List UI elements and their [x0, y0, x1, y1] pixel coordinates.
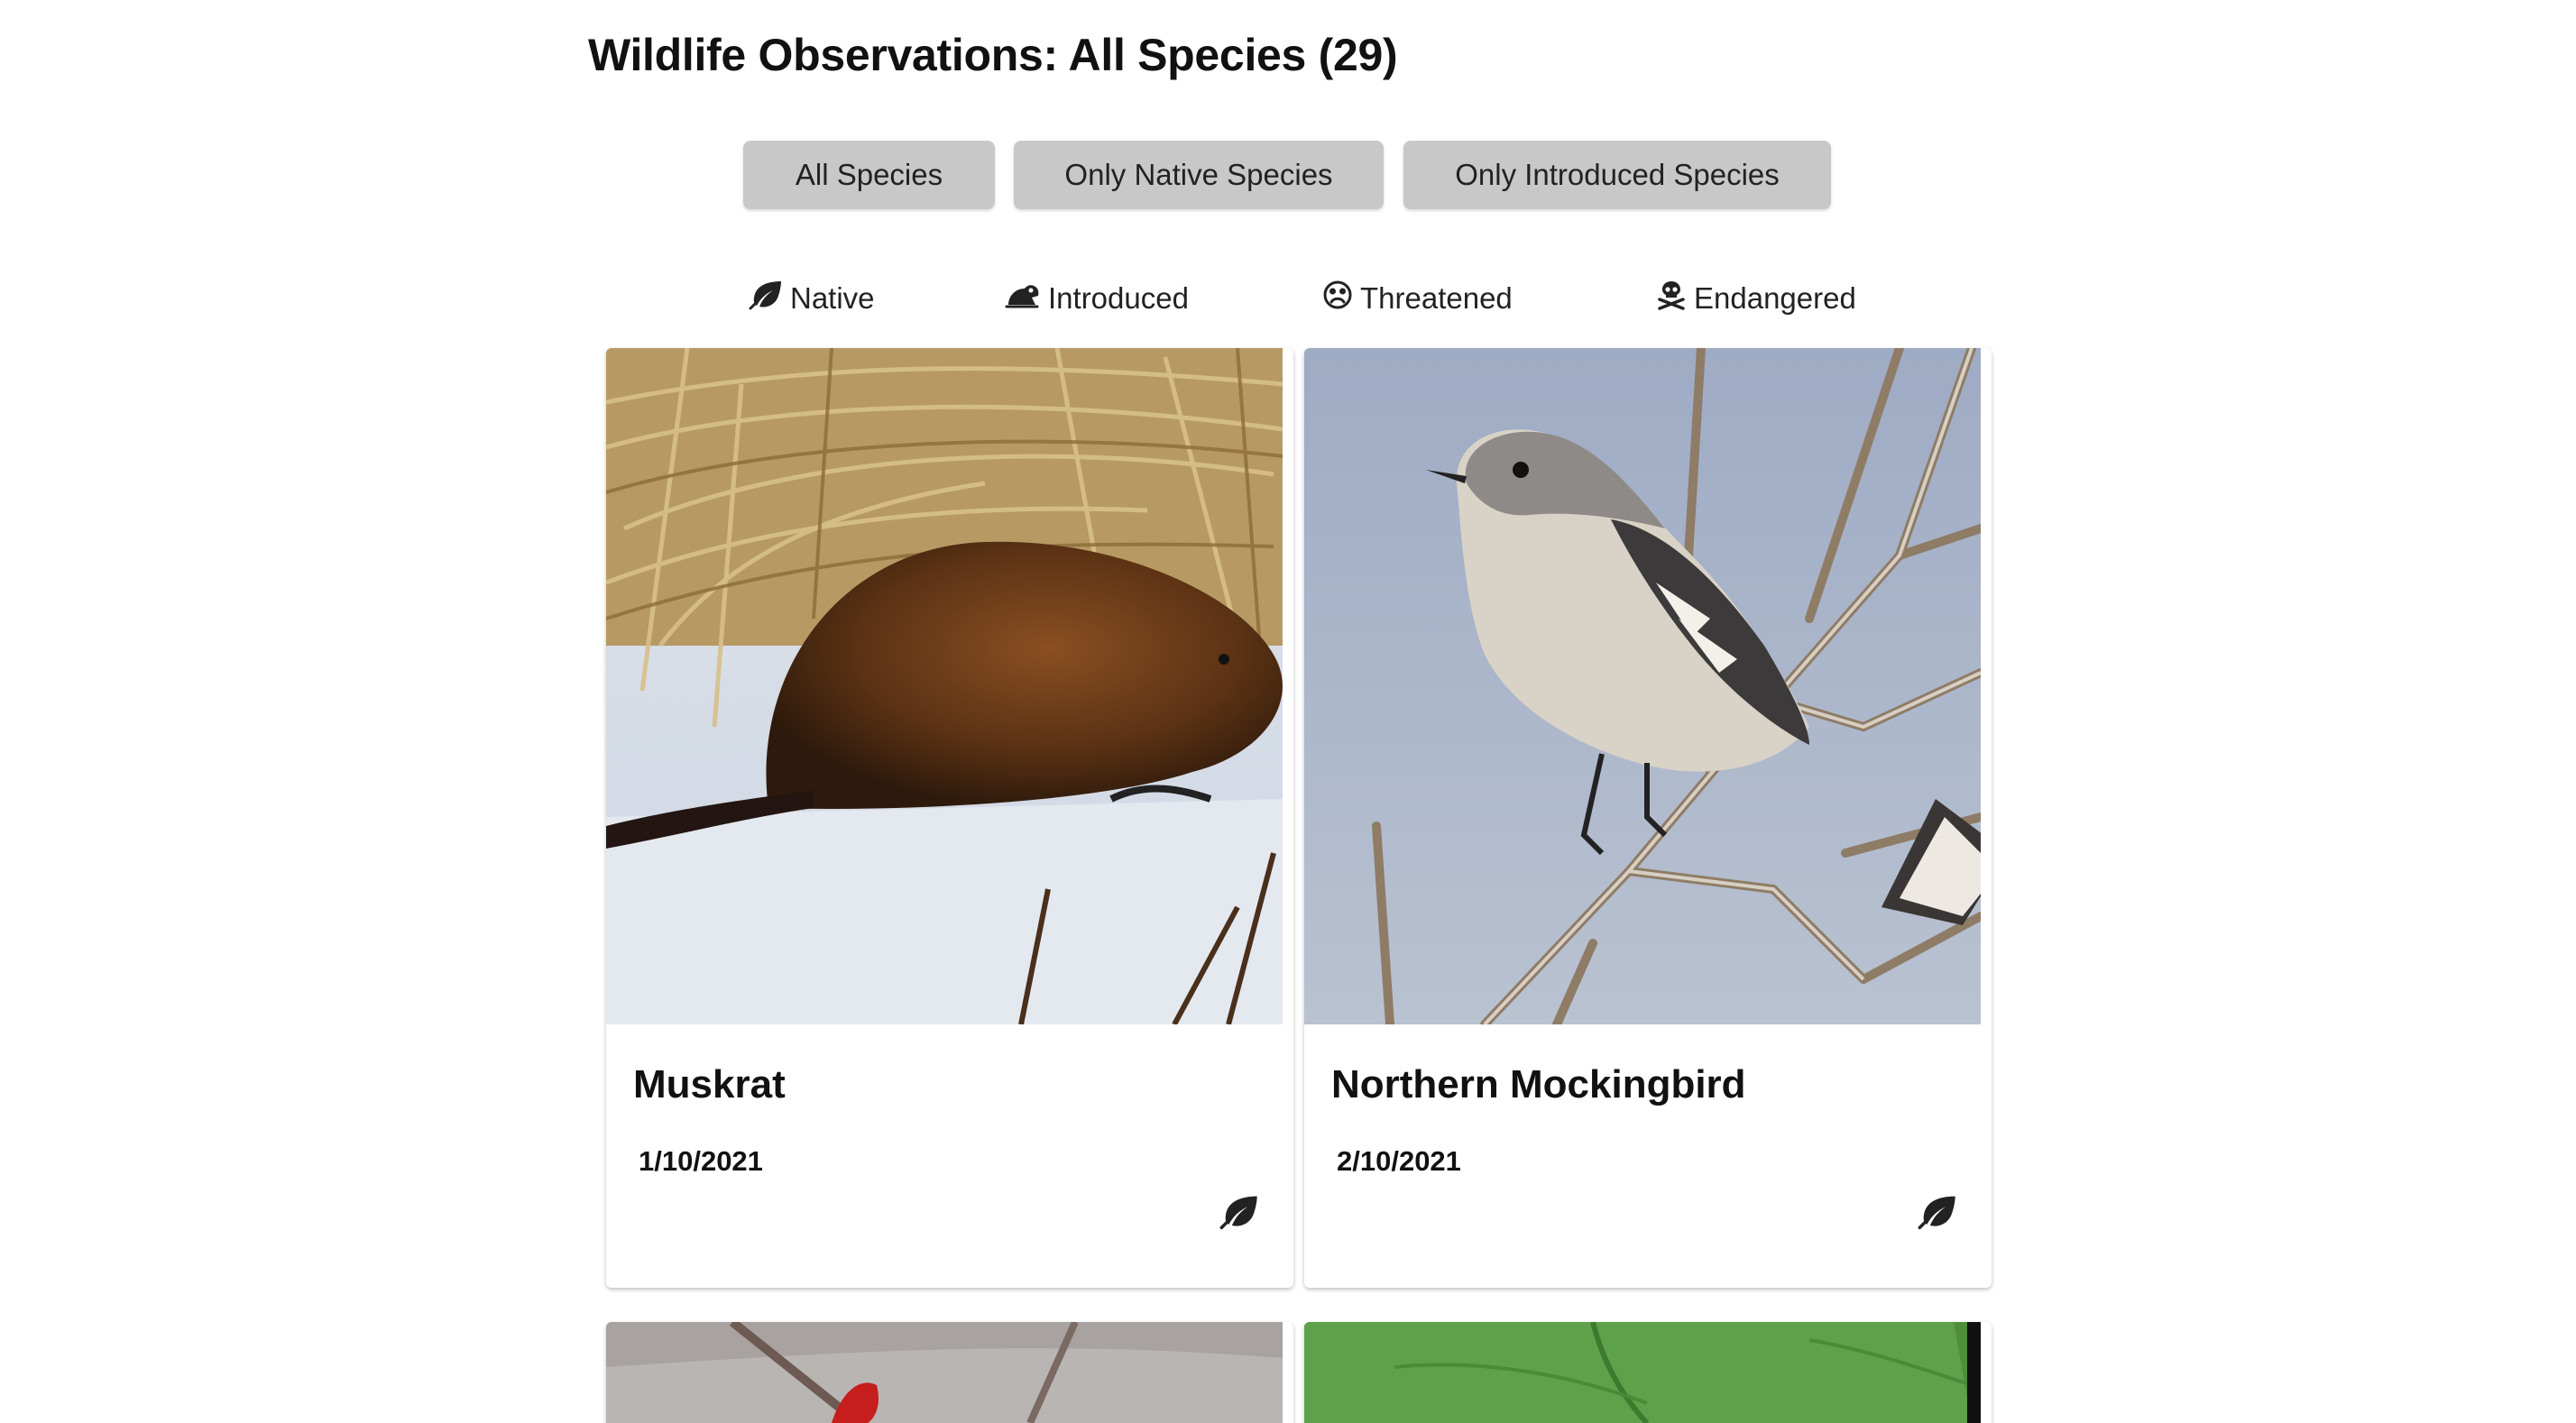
- observation-card-muskrat[interactable]: Muskrat 1/10/2021: [606, 348, 1293, 1288]
- all-species-button[interactable]: All Species: [743, 141, 995, 209]
- legend-item-native: Native: [749, 276, 875, 321]
- legend-item-endangered: Endangered: [1656, 276, 1856, 321]
- observation-card-northern-mockingbird[interactable]: Northern Mockingbird 2/10/2021: [1304, 348, 1992, 1288]
- species-name: Muskrat: [633, 1062, 786, 1106]
- leaf-icon: [1219, 1194, 1259, 1235]
- page-title: Wildlife Observations: All Species (29): [588, 30, 1398, 80]
- frog-icon: [1005, 280, 1048, 317]
- leaf-icon: [749, 280, 790, 317]
- only-introduced-species-button[interactable]: Only Introduced Species: [1403, 141, 1831, 209]
- legend-item-threatened: Threatened: [1322, 276, 1513, 321]
- legend: Native Introduced Threatened Endangered: [0, 276, 2576, 321]
- mockingbird-photo: [1304, 348, 1981, 1024]
- legend-label: Introduced: [1048, 281, 1189, 315]
- legend-label: Endangered: [1694, 281, 1856, 315]
- filter-bar: All Species Only Native Species Only Int…: [0, 141, 2576, 209]
- observation-date: 2/10/2021: [1337, 1145, 1461, 1177]
- skull-crossbones-icon: [1656, 280, 1694, 317]
- species-name: Northern Mockingbird: [1331, 1062, 1746, 1106]
- observation-date: 1/10/2021: [639, 1145, 763, 1177]
- observation-card[interactable]: [1304, 1322, 1992, 1423]
- legend-label: Native: [790, 281, 875, 315]
- sad-face-icon: [1322, 280, 1360, 317]
- leaf-icon: [1918, 1194, 1957, 1235]
- observation-photo: [1304, 1322, 1981, 1423]
- only-native-species-button[interactable]: Only Native Species: [1014, 141, 1384, 209]
- legend-label: Threatened: [1360, 281, 1513, 315]
- page: Wildlife Observations: All Species (29) …: [0, 0, 2576, 1423]
- observation-photo: [606, 1322, 1283, 1423]
- muskrat-photo: [606, 348, 1283, 1024]
- legend-item-introduced: Introduced: [1005, 276, 1189, 321]
- observation-card[interactable]: [606, 1322, 1293, 1423]
